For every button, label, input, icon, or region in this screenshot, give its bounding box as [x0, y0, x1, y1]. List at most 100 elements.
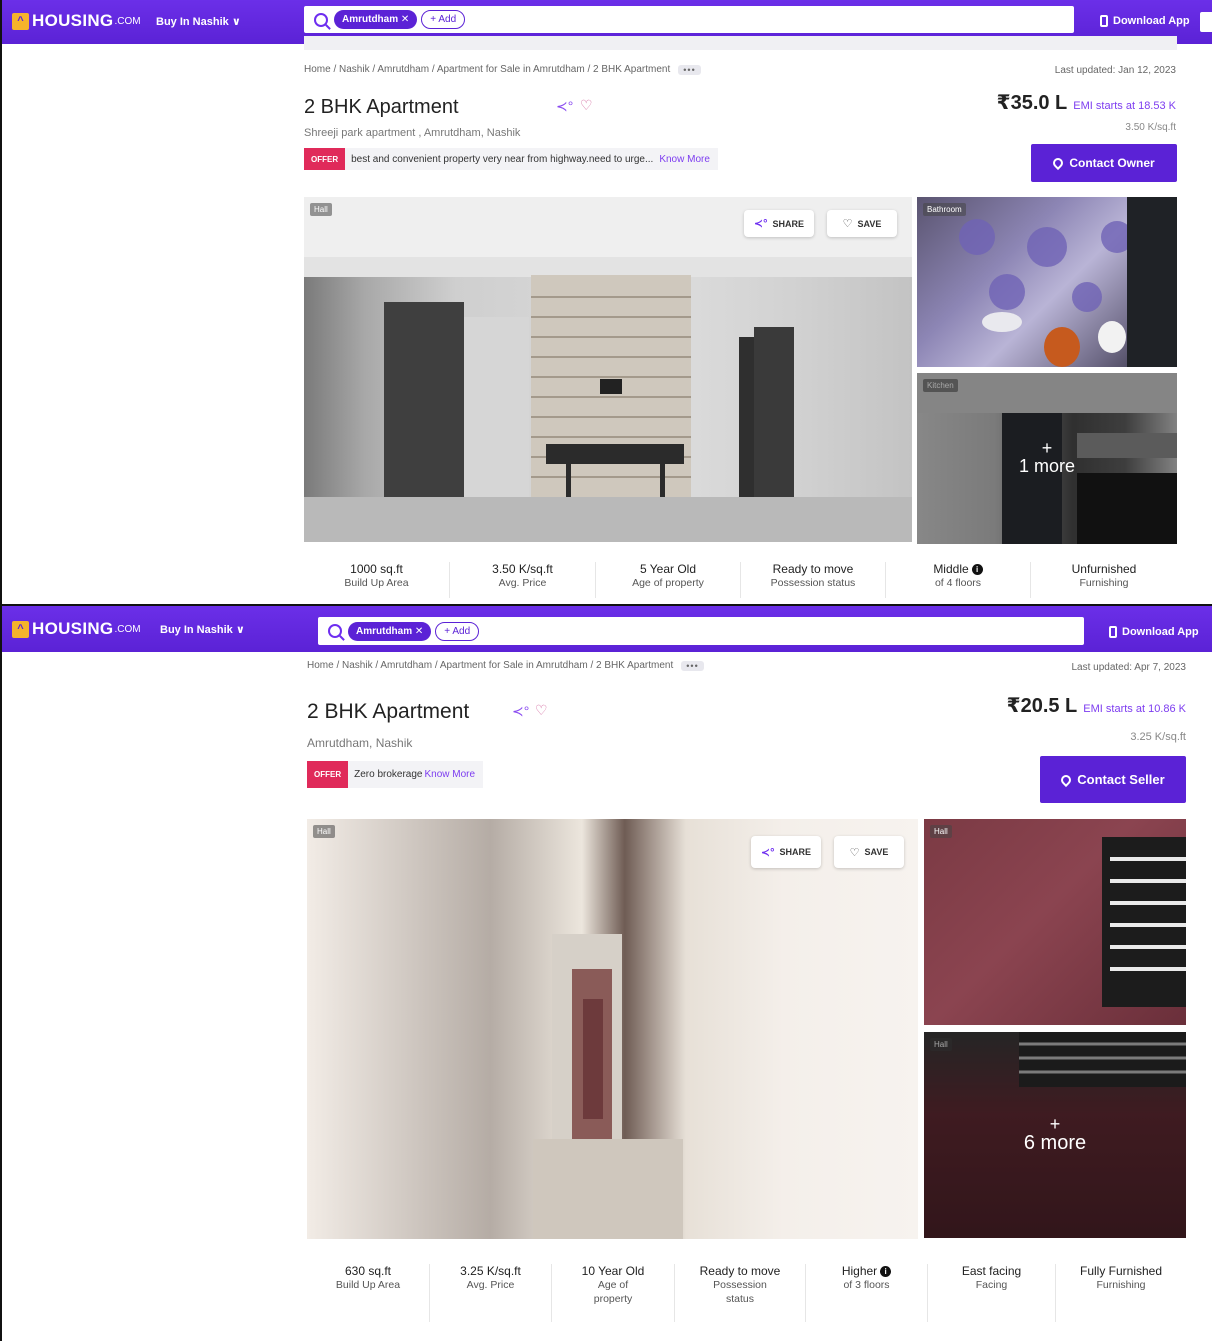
add-location-chip[interactable]: + Add: [421, 10, 466, 29]
stat-avg-price: 3.25 K/sq.ft Avg. Price: [430, 1264, 552, 1322]
save-button[interactable]: ♡ SAVE: [834, 836, 904, 868]
contact-owner-button[interactable]: Contact Owner: [1031, 144, 1177, 182]
more-photos-overlay[interactable]: + 1 more: [917, 373, 1177, 544]
stat-label: Furnishing: [1096, 1279, 1146, 1291]
stat-value: 10 Year Old: [581, 1264, 645, 1278]
share-icon: ≺°: [753, 218, 768, 230]
share-icon[interactable]: ≺°: [512, 703, 529, 720]
add-location-chip[interactable]: + Add: [435, 621, 480, 641]
stat-age: 5 Year Old Age of property: [596, 562, 741, 598]
stat-avg-price: 3.50 K/sq.ft Avg. Price: [450, 562, 596, 598]
stat-floor: Middle i of 4 floors: [886, 562, 1031, 598]
stat-value: Unfurnished: [1071, 562, 1137, 576]
page-title: 2 BHK Apartment: [304, 96, 459, 118]
stat-label: Build Up Area: [335, 1279, 401, 1291]
info-icon[interactable]: i: [880, 1266, 892, 1278]
phone-icon: [1109, 626, 1117, 638]
side-photo-bottom[interactable]: Kitchen + 1 more: [917, 373, 1177, 544]
offer-text: best and convenient property very near f…: [351, 153, 654, 165]
stat-area: 630 sq.ft Build Up Area: [307, 1264, 430, 1322]
offer-banner: OFFER best and convenient property very …: [304, 148, 718, 170]
close-icon[interactable]: ✕: [401, 14, 409, 25]
location-chip[interactable]: Amrutdham ✕: [334, 10, 418, 29]
search-icon: [314, 12, 328, 27]
photo-tag: Hall: [930, 825, 952, 838]
save-button[interactable]: ♡ SAVE: [827, 210, 897, 237]
download-app-button[interactable]: Download App: [1109, 626, 1199, 638]
info-icon[interactable]: i: [971, 564, 983, 576]
download-app-button[interactable]: Download App: [1100, 15, 1190, 27]
main-photo[interactable]: Hall ≺° SHARE ♡ SAVE: [304, 197, 912, 542]
breadcrumb-text[interactable]: Home / Nashik / Amrutdham / Apartment fo…: [307, 660, 673, 671]
download-app-label: Download App: [1122, 626, 1199, 638]
last-updated: Last updated: Jan 12, 2023: [1054, 65, 1176, 76]
breadcrumb-more-button[interactable]: •••: [678, 64, 701, 75]
bathroom-photo-art: [959, 197, 1177, 367]
main-photo[interactable]: Hall ≺° SHARE ♡ SAVE: [307, 819, 918, 1239]
housing-logo[interactable]: ^ HOUSING .COM: [12, 11, 141, 31]
location-chip-label: Amrutdham: [356, 625, 413, 637]
side-photo-top[interactable]: Hall: [924, 819, 1186, 1025]
know-more-link[interactable]: Know More: [659, 154, 710, 165]
stat-label: Age of property: [632, 577, 704, 589]
close-icon[interactable]: ✕: [415, 626, 423, 637]
phone-icon: [1051, 155, 1066, 171]
stat-value: Higher: [841, 1264, 878, 1278]
contact-seller-button[interactable]: Contact Seller: [1040, 756, 1186, 803]
hall-window-photo-art: [1102, 837, 1186, 1007]
stat-label: Build Up Area: [344, 577, 409, 589]
offer-text: Zero brokerage: [354, 769, 423, 780]
housing-logo[interactable]: ^ HOUSING .COM: [12, 619, 141, 639]
logo-main-text: HOUSING: [32, 11, 114, 30]
price-per-sqft: 3.50 K/sq.ft: [1125, 122, 1176, 133]
know-more-link[interactable]: Know More: [424, 769, 475, 780]
stat-value: 630 sq.ft: [344, 1264, 392, 1278]
login-button[interactable]: [1200, 12, 1212, 32]
price-value: ₹20.5 L: [1006, 695, 1078, 717]
stat-label: Age of property: [593, 1279, 633, 1306]
stat-label: Avg. Price: [498, 577, 547, 589]
heart-icon[interactable]: ♡: [580, 97, 593, 114]
contact-owner-label: Contact Owner: [1069, 156, 1155, 170]
search-bar[interactable]: Amrutdham ✕ + Add: [304, 6, 1074, 33]
share-button[interactable]: ≺° SHARE: [744, 210, 814, 237]
search-bar[interactable]: Amrutdham ✕ + Add: [318, 617, 1084, 645]
stat-facing: East facing Facing: [928, 1264, 1056, 1322]
offer-tag: OFFER: [304, 148, 346, 170]
emi-link[interactable]: EMI starts at 10.86 K: [1083, 703, 1186, 715]
logo-main-text: HOUSING: [32, 619, 114, 638]
stat-label: Possession status: [770, 577, 856, 589]
page-title: 2 BHK Apartment: [307, 700, 470, 723]
save-button-label: SAVE: [857, 218, 882, 229]
location-chip[interactable]: Amrutdham ✕: [348, 621, 432, 641]
breadcrumb-text[interactable]: Home / Nashik / Amrutdham / Apartment fo…: [304, 64, 670, 75]
search-suggestion-strip: [304, 36, 1177, 50]
side-photo-bottom[interactable]: Hall + 6 more: [924, 1032, 1186, 1238]
stat-age: 10 Year Old Age of property: [552, 1264, 675, 1322]
share-icon[interactable]: ≺°: [556, 98, 573, 115]
breadcrumb-more-button[interactable]: •••: [681, 660, 704, 671]
hall-photo-art: [533, 934, 683, 1239]
city-selector[interactable]: Buy In Nashik ∨: [160, 623, 245, 636]
heart-icon[interactable]: ♡: [535, 702, 548, 719]
location-chip-label: Amrutdham: [342, 14, 399, 25]
share-button[interactable]: ≺° SHARE: [751, 836, 821, 868]
stat-label: Possession status: [713, 1279, 767, 1306]
photo-tag: Bathroom: [923, 203, 966, 216]
price-block: ₹35.0 L EMI starts at 18.53 K: [997, 90, 1176, 115]
city-selector[interactable]: Buy In Nashik ∨: [156, 15, 241, 28]
stat-furnishing: Fully Furnished Furnishing: [1056, 1264, 1186, 1322]
phone-icon: [1059, 772, 1074, 787]
plus-icon: +: [1049, 1113, 1061, 1134]
stat-value: Fully Furnished: [1079, 1264, 1163, 1278]
property-stats: 1000 sq.ft Build Up Area 3.50 K/sq.ft Avg.…: [304, 562, 1177, 598]
emi-link[interactable]: EMI starts at 18.53 K: [1073, 100, 1176, 112]
stat-possession: Ready to move Possession status: [675, 1264, 806, 1322]
city-selector-label: Buy In Nashik: [160, 624, 233, 636]
more-photos-overlay[interactable]: + 6 more: [924, 1032, 1186, 1238]
more-photos-count: 6 more: [1023, 1131, 1087, 1154]
side-photo-top[interactable]: Bathroom: [917, 197, 1177, 367]
hall-photo-art: [304, 197, 912, 542]
search-icon: [328, 624, 342, 638]
save-button-label: SAVE: [864, 847, 889, 857]
